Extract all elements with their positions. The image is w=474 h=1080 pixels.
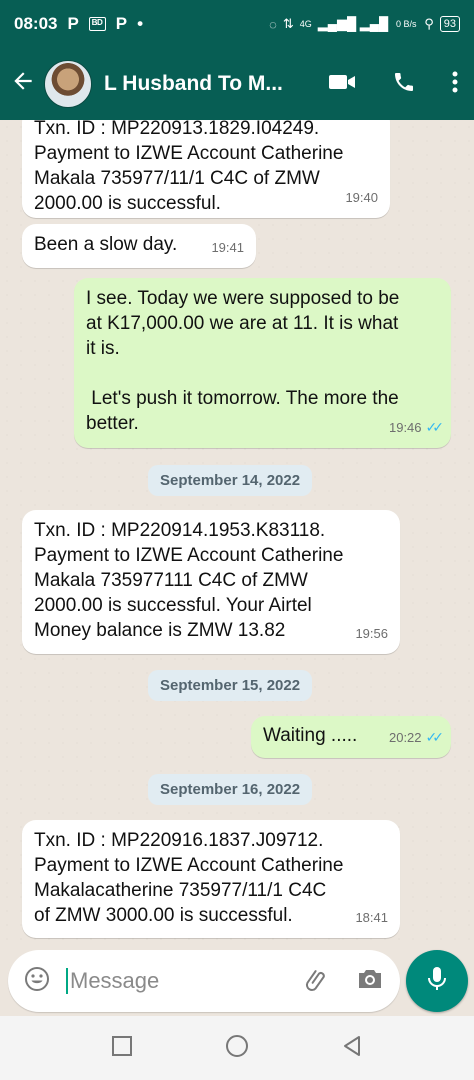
message-incoming[interactable]: Txn. ID : MP220914.1953.K83118. Payment … [22,510,400,654]
message-line: Payment to IZWE Account Catherine [34,855,344,876]
message-outgoing[interactable]: Waiting ..... 20:22 ✓✓ [251,716,451,758]
message-time-status: 20:22 ✓✓ [388,725,445,750]
date-divider: September 14, 2022 [148,465,313,496]
message-line: Txn. ID : MP220913.1829.I04249. [34,120,320,139]
message-line: Txn. ID : MP220916.1837.J09712. [34,830,324,851]
message-line: of ZMW 3000.00 is successful. [34,905,293,926]
double-check-icon: ✓✓ [425,419,445,435]
network-type: 4G [299,19,312,29]
home-icon[interactable] [225,1034,249,1063]
message-line: Money balance is ZMW 13.82 [34,620,286,641]
message-line: Makala 735977111 C4C of ZMW [34,570,308,591]
message-input[interactable]: Message [8,950,400,1012]
message-line [86,361,439,386]
message-line: at K17,000.00 we are at 11. It is what [86,313,399,334]
video-call-icon[interactable] [328,71,356,98]
hotspot-icon: ◌ [269,16,277,32]
dot-icon: • [137,14,144,33]
voice-message-button[interactable] [406,950,468,1012]
signal-icon: ▂▄▆█ ▂▄█ [317,16,389,31]
message-line: Been a slow day. [34,234,178,255]
message-time: 19:56 [355,626,388,641]
chat-area[interactable]: Txn. ID : MP220913.1829.I04249. Payment … [0,120,474,950]
message-line: better. [86,413,139,434]
chat-title[interactable]: L Husband To M... [104,72,283,96]
message-line: 2000.00 is successful. Your Airtel [34,595,312,616]
microphone-icon [427,966,447,997]
message-placeholder: Message [66,968,159,994]
data-arrows-icon: ⇅ [282,16,294,31]
message-incoming[interactable]: Been a slow day. 19:41 [22,224,256,268]
more-options-icon[interactable] [452,70,458,99]
double-check-icon: ✓✓ [425,729,445,745]
sim-icon: ᴮᴰ [88,17,106,31]
date-divider: September 16, 2022 [148,774,313,805]
alarm-icon: ⚲ [424,16,434,31]
message-line: Makala 735977/11/1 C4C of ZMW [34,168,320,189]
composer-bar: Message [0,950,474,1016]
message-line: it is. [86,338,120,359]
emoji-icon[interactable] [24,966,50,997]
date-divider: September 15, 2022 [148,670,313,701]
phone-call-icon[interactable] [392,70,416,99]
message-time-status: 19:46 ✓✓ [388,415,445,440]
battery-icon: 93 [439,16,460,32]
message-line: I see. Today we were supposed to be [86,288,400,309]
message-line: Waiting ..... [263,725,358,746]
attach-icon[interactable] [304,966,330,997]
chat-header: L Husband To M... [0,48,474,120]
camera-icon[interactable] [356,967,384,996]
message-line: Payment to IZWE Account Catherine [34,143,344,164]
message-time: 18:41 [355,910,388,925]
contact-avatar[interactable] [44,60,92,108]
system-navigation-bar [0,1016,474,1080]
message-time: 20:22 [388,730,422,745]
back-arrow-icon[interactable] [10,68,36,101]
message-line: Payment to IZWE Account Catherine [34,545,344,566]
message-time: 19:46 [388,420,422,435]
message-incoming[interactable]: Txn. ID : MP220916.1837.J09712. Payment … [22,820,400,938]
status-time: 08:03 [14,14,58,33]
status-bar: 08:03 P ᴮᴰ P • ◌ ⇅ 4G ▂▄▆█ ▂▄█ 0 B/s ⚲ 9… [0,0,474,48]
message-incoming[interactable]: Txn. ID : MP220913.1829.I04249. Payment … [22,120,390,218]
back-icon[interactable] [341,1035,363,1062]
message-time: 19:40 [345,190,378,205]
message-line: Let's push it tomorrow. The more the [86,388,399,409]
message-time: 19:41 [211,240,244,255]
message-line: Txn. ID : MP220914.1953.K83118. [34,520,326,541]
recents-icon[interactable] [111,1035,133,1062]
speed-indicator: 0 B/s [395,19,417,29]
message-line: 2000.00 is successful. [34,193,221,214]
message-outgoing[interactable]: I see. Today we were supposed to be at K… [74,278,451,448]
message-line: Makalacatherine 735977/11/1 C4C [34,880,327,901]
parking-icon: P [67,14,79,33]
parking-icon-2: P [115,14,128,33]
